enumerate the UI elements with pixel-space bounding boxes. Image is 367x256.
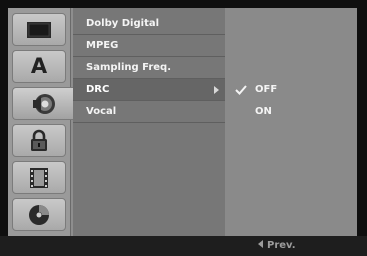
- disc-icon: [29, 204, 49, 225]
- category-language[interactable]: A: [12, 50, 66, 83]
- menu-item-label: DRC: [86, 84, 110, 95]
- menu-item-label: Dolby Digital: [86, 18, 160, 29]
- menu-item-mpeg[interactable]: MPEG: [73, 35, 225, 57]
- category-icon-column: A: [8, 8, 74, 236]
- lock-icon: [31, 129, 47, 151]
- menu-item-label: MPEG: [86, 40, 119, 51]
- frame-right: [357, 0, 367, 256]
- frame-left: [0, 0, 8, 256]
- option-on[interactable]: ON: [225, 101, 357, 123]
- menu-item-label: Vocal: [86, 106, 117, 117]
- drc-options-panel: OFF ON: [225, 8, 357, 236]
- category-film[interactable]: [12, 161, 66, 194]
- frame-top: [0, 0, 367, 8]
- option-off[interactable]: OFF: [225, 79, 357, 101]
- submenu-arrow-icon: [214, 86, 219, 94]
- menu-item-sampling-freq[interactable]: Sampling Freq.: [73, 57, 225, 79]
- disc-tray-icon: [27, 21, 51, 38]
- menu-item-dolby-digital[interactable]: Dolby Digital: [73, 13, 225, 35]
- language-icon: A: [30, 54, 48, 78]
- checkmark-icon: [235, 79, 247, 101]
- prev-button[interactable]: Prev.: [258, 236, 296, 256]
- menu-item-vocal[interactable]: Vocal: [73, 101, 225, 123]
- dvd-setup-screen: A Dolby Digital MPEG Sampling Freq. DRC …: [0, 0, 367, 256]
- option-label: ON: [255, 106, 272, 117]
- audio-speaker-icon: [32, 93, 55, 114]
- category-disc[interactable]: [12, 198, 66, 231]
- category-lock[interactable]: [12, 124, 66, 157]
- category-disc-tray[interactable]: [12, 13, 66, 46]
- navigation-hint-bar: Prev.: [0, 236, 367, 256]
- category-audio[interactable]: [12, 87, 74, 120]
- left-arrow-icon: [258, 240, 263, 248]
- audio-menu-list: Dolby Digital MPEG Sampling Freq. DRC Vo…: [73, 8, 225, 236]
- prev-label: Prev.: [267, 240, 296, 251]
- menu-item-label: Sampling Freq.: [86, 62, 172, 73]
- film-icon: [30, 167, 48, 188]
- menu-item-drc[interactable]: DRC: [73, 79, 225, 101]
- option-label: OFF: [255, 84, 278, 95]
